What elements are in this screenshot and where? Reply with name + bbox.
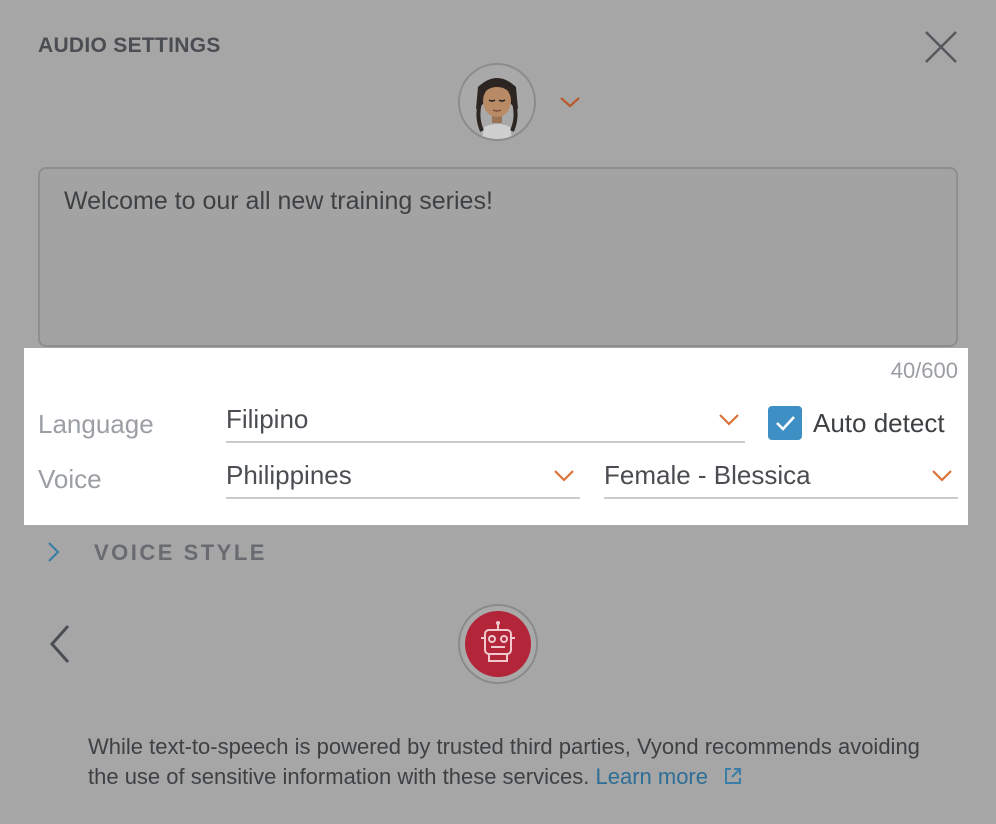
char-counter: 40/600 (890, 358, 958, 383)
character-face-icon (476, 78, 518, 139)
chevron-right-icon[interactable] (44, 540, 64, 564)
chevron-down-icon (554, 470, 574, 482)
record-button[interactable] (458, 604, 538, 684)
language-select[interactable]: Filipino (226, 400, 745, 443)
voice-style-toggle[interactable]: VOICE STYLE (94, 540, 267, 566)
dialog-title: AUDIO SETTINGS (38, 34, 221, 57)
voice-label: Voice (38, 464, 102, 494)
region-select[interactable]: Philippines (226, 456, 580, 499)
robot-icon (481, 621, 515, 662)
language-label: Language (38, 409, 154, 439)
auto-detect-label: Auto detect (813, 408, 945, 438)
script-text-area[interactable]: Welcome to our all new training series! (38, 167, 958, 347)
disclaimer-text: While text-to-speech is powered by trust… (88, 734, 920, 789)
script-text: Welcome to our all new training series! (64, 187, 493, 215)
voice-value: Female - Blessica (604, 460, 811, 490)
learn-more-label: Learn more (595, 764, 708, 789)
learn-more-link[interactable]: Learn more (595, 764, 744, 789)
voice-settings-panel: 40/600 Language Filipino Auto detect Voi… (24, 348, 968, 525)
close-icon[interactable] (920, 26, 962, 68)
chevron-left-icon[interactable] (44, 622, 74, 666)
region-value: Philippines (226, 460, 352, 490)
external-link-icon (725, 768, 742, 784)
character-avatar[interactable] (458, 63, 536, 141)
language-value: Filipino (226, 404, 309, 434)
chevron-down-icon (719, 414, 739, 426)
record-button-fill (465, 611, 531, 677)
tts-disclaimer: While text-to-speech is powered by trust… (88, 732, 948, 792)
voice-select[interactable]: Female - Blessica (604, 456, 958, 499)
chevron-down-icon[interactable] (558, 92, 582, 112)
auto-detect-checkbox[interactable] (768, 406, 802, 440)
chevron-down-icon (932, 470, 952, 482)
checkmark-icon (776, 416, 795, 431)
